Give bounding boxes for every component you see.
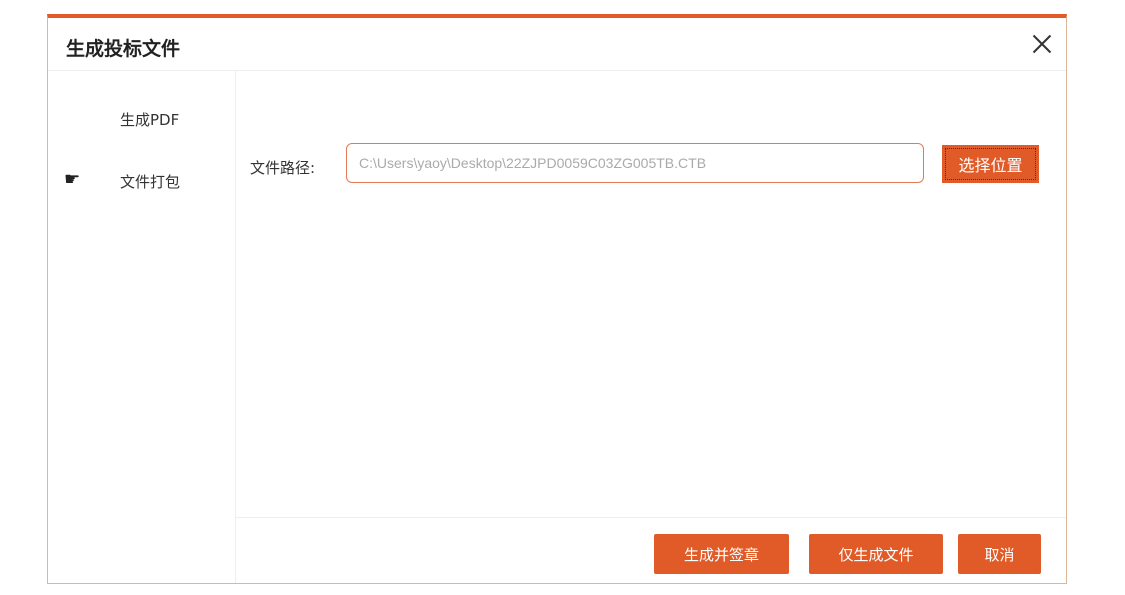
sidebar: 生成PDF ☛ 文件打包 [48, 71, 236, 583]
sidebar-item-label: 文件打包 [120, 173, 181, 191]
generate-file-only-button[interactable]: 仅生成文件 [809, 534, 943, 574]
generate-bid-file-dialog: 生成投标文件 生成PDF ☛ 文件打包 文件路径: 选择位置 生成并签章 仅生成… [47, 14, 1067, 584]
choose-location-button[interactable]: 选择位置 [942, 145, 1039, 183]
sidebar-item-file-package[interactable]: ☛ 文件打包 [48, 161, 235, 201]
file-path-input[interactable] [346, 143, 924, 183]
sidebar-item-label: 生成PDF [120, 111, 180, 129]
file-path-label: 文件路径: [250, 159, 316, 177]
cancel-button[interactable]: 取消 [958, 534, 1041, 574]
footer-divider [236, 517, 1066, 518]
sidebar-item-generate-pdf[interactable]: 生成PDF [48, 99, 235, 139]
generate-and-seal-button[interactable]: 生成并签章 [654, 534, 789, 574]
dialog-title: 生成投标文件 [66, 38, 181, 60]
close-icon[interactable] [1030, 32, 1054, 56]
pointing-hand-icon: ☛ [64, 169, 81, 190]
main-panel: 文件路径: 选择位置 生成并签章 仅生成文件 取消 [236, 71, 1066, 583]
